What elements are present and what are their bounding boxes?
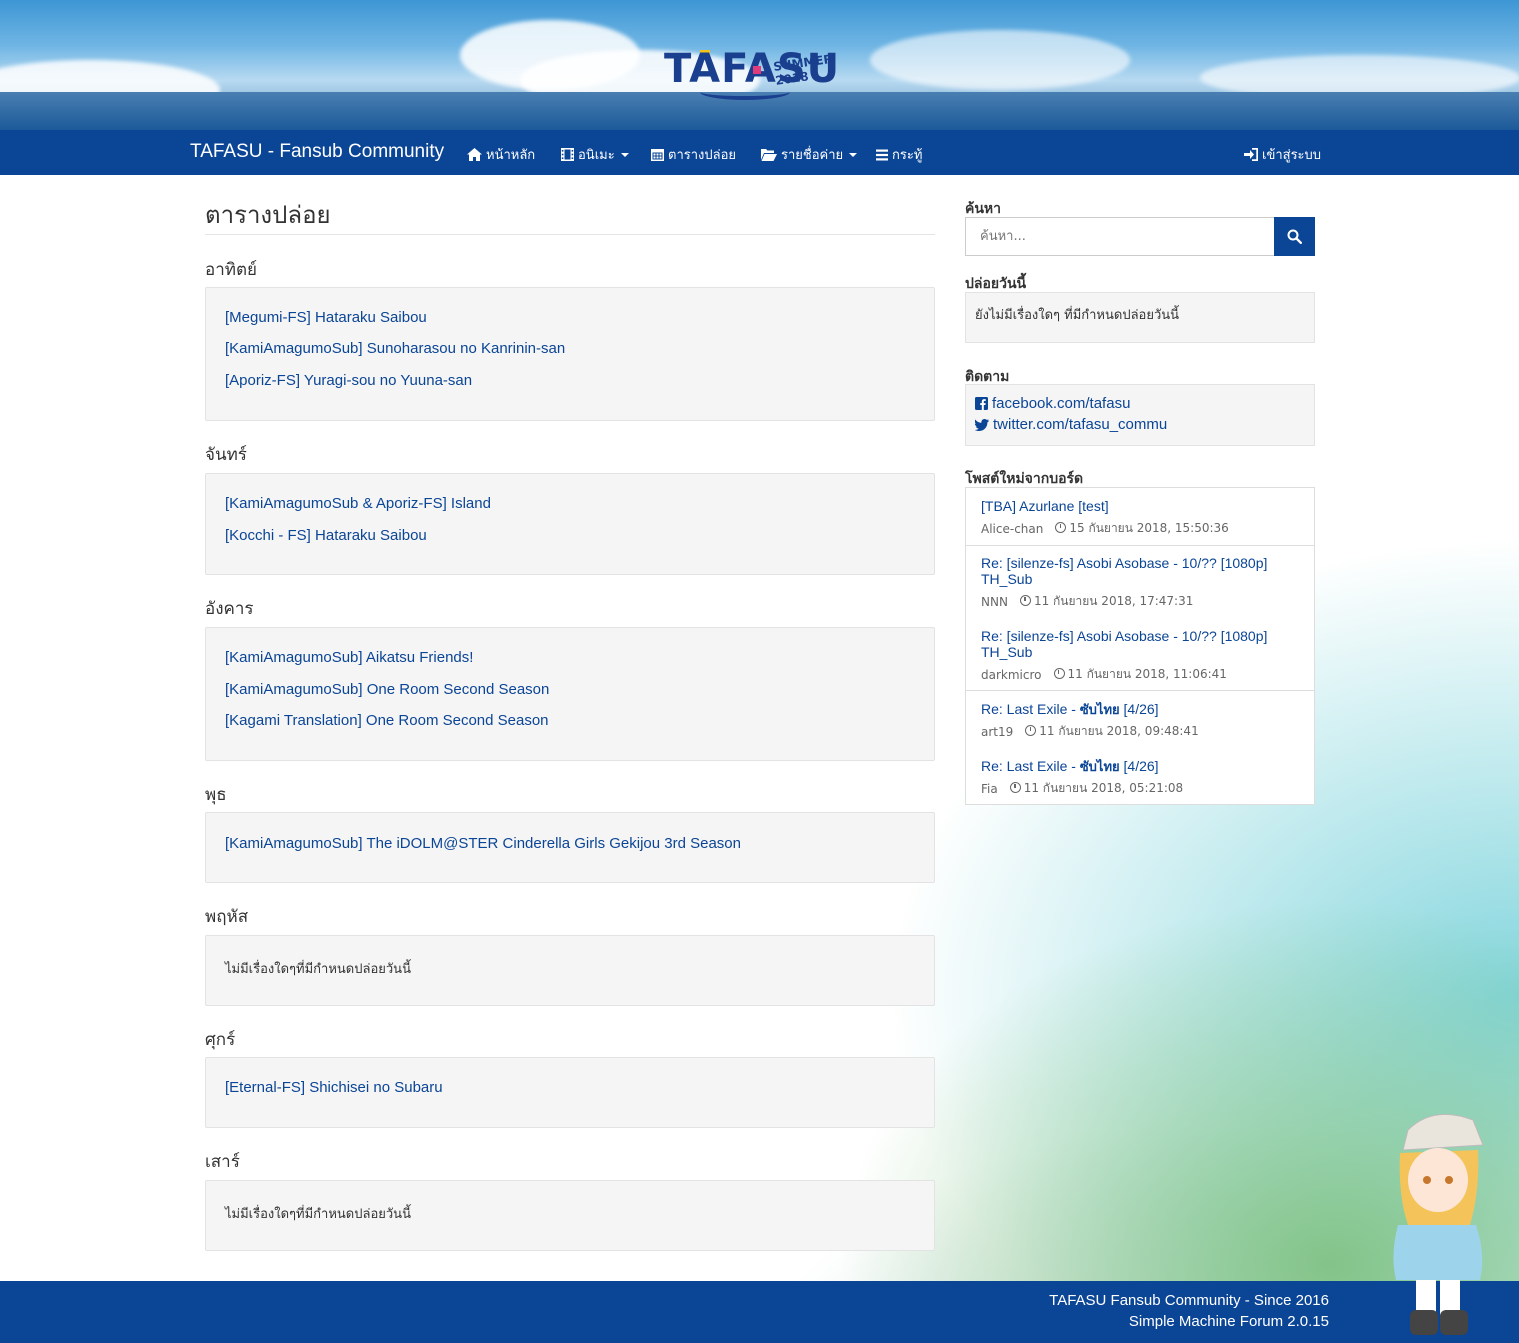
day-heading-sunday: อาทิตย์ [205, 260, 257, 280]
post-author[interactable]: Fia [981, 782, 998, 796]
post-time: 11 กันยายน 2018, 05:21:08 [1009, 779, 1183, 798]
post-title-link[interactable]: [TBA] Azurlane [test] [981, 498, 1301, 514]
post-title-link[interactable]: Re: [silenze-fs] Asobi Asobase - 10/?? [… [981, 628, 1301, 660]
recent-posts-panel: [TBA] Azurlane [test] Alice-chan 15 กันย… [965, 487, 1315, 805]
today-panel: ยังไม่มีเรื่องใดๆ ที่มีกำหนดปล่อยวันนี้ [965, 292, 1315, 343]
day-heading-tuesday: อังคาร [205, 599, 254, 619]
twitter-icon [975, 418, 989, 431]
schedule-section: ตารางปล่อย [205, 195, 935, 235]
post-author[interactable]: darkmicro [981, 668, 1042, 682]
day-heading-monday: จันทร์ [205, 445, 247, 465]
release-link[interactable]: [KamiAmagumoSub] Sunoharasou no Kanrinin… [225, 340, 565, 357]
release-link[interactable]: [Kagami Translation] One Room Second Sea… [225, 712, 549, 729]
clock-icon [1025, 725, 1037, 736]
nav-schedule-label: ตารางปล่อย [668, 148, 737, 163]
day-panel-tuesday: [KamiAmagumoSub] Aikatsu Friends! [KamiA… [205, 627, 935, 761]
folder-open-icon [761, 149, 777, 161]
release-link[interactable]: [KamiAmagumoSub & Aporiz-FS] Island [225, 495, 491, 512]
footer: TAFASU Fansub Community - Since 2016 Sim… [0, 1281, 1519, 1343]
post-author[interactable]: Alice-chan [981, 522, 1043, 536]
nav-anime-label: อนิเมะ [578, 148, 615, 163]
day-heading-thursday: พฤหัส [205, 907, 249, 927]
list-icon [876, 149, 888, 160]
post-time: 11 กันยายน 2018, 09:48:41 [1025, 722, 1199, 741]
login-link[interactable]: เข้าสู่ระบบ [1244, 144, 1321, 165]
clock-icon [1019, 595, 1031, 606]
footer-line-2: Simple Machine Forum 2.0.15 [1128, 1313, 1329, 1330]
nav-groups-label: รายชื่อค่าย [781, 148, 844, 163]
nav-schedule[interactable]: ตารางปล่อย [651, 144, 736, 165]
day-panel-friday: [Eternal-FS] Shichisei no Subaru [205, 1057, 935, 1128]
release-link[interactable]: [KamiAmagumoSub] One Room Second Season [225, 681, 549, 698]
follow-panel: facebook.com/tafasu twitter.com/tafasu_c… [965, 384, 1315, 446]
no-release-text: ไม่มีเรื่องใดๆที่มีกำหนดปล่อยวันนี้ [225, 1207, 411, 1222]
search-button[interactable] [1274, 217, 1315, 256]
clock-icon [1009, 782, 1021, 793]
day-panel-monday: [KamiAmagumoSub & Aporiz-FS] Island [Koc… [205, 473, 935, 575]
nav-home-label: หน้าหลัก [486, 148, 536, 163]
post-author[interactable]: art19 [981, 725, 1013, 739]
post-meta: darkmicro 11 กันยายน 2018, 11:06:41 [981, 665, 1227, 684]
clock-icon [1053, 668, 1065, 679]
divider [966, 690, 1314, 691]
nav-anime[interactable]: อนิเมะ [561, 144, 629, 165]
day-panel-wednesday: [KamiAmagumoSub] The iDOLM@STER Cinderel… [205, 812, 935, 883]
release-link[interactable]: [Eternal-FS] Shichisei no Subaru [225, 1079, 443, 1096]
twitter-link[interactable]: twitter.com/tafasu_commu [975, 416, 1167, 433]
release-link[interactable]: [Megumi-FS] Hataraku Saibou [225, 309, 427, 326]
page-title: ตารางปล่อย [205, 195, 935, 235]
day-heading-wednesday: พุธ [205, 785, 227, 805]
day-panel-sunday: [Megumi-FS] Hataraku Saibou [KamiAmagumo… [205, 287, 935, 421]
mascot-illustration [1393, 1113, 1484, 1335]
today-text: ยังไม่มีเรื่องใดๆ ที่มีกำหนดปล่อยวันนี้ [975, 308, 1180, 323]
release-link[interactable]: [KamiAmagumoSub] The iDOLM@STER Cinderel… [225, 835, 741, 852]
navbar: TAFASU - Fansub Community หน้าหลัก อนิเม… [0, 130, 1519, 175]
clock-icon [1055, 522, 1067, 533]
nav-board-label: กระทู้ [892, 148, 923, 163]
post-time: 11 กันยายน 2018, 17:47:31 [1019, 592, 1193, 611]
post-meta: Alice-chan 15 กันยายน 2018, 15:50:36 [981, 519, 1229, 538]
post-title-link[interactable]: Re: [silenze-fs] Asobi Asobase - 10/?? [… [981, 555, 1301, 587]
day-panel-saturday: ไม่มีเรื่องใดๆที่มีกำหนดปล่อยวันนี้ [205, 1180, 935, 1251]
footer-line-1: TAFASU Fansub Community - Since 2016 [1049, 1292, 1329, 1309]
caret-down-icon [849, 152, 858, 157]
caret-down-icon [620, 152, 629, 157]
film-icon [561, 148, 574, 161]
release-link[interactable]: [Kocchi - FS] Hataraku Saibou [225, 527, 427, 544]
post-author[interactable]: NNN [981, 595, 1008, 609]
login-label: เข้าสู่ระบบ [1262, 148, 1322, 163]
nav-board[interactable]: กระทู้ [876, 144, 922, 165]
nav-groups[interactable]: รายชื่อค่าย [761, 144, 858, 165]
post-title-link[interactable]: Re: Last Exile - ซับไทย [4/26] [981, 758, 1301, 776]
release-link[interactable]: [Aporiz-FS] Yuragi-sou no Yuuna-san [225, 372, 472, 389]
day-heading-friday: ศุกร์ [205, 1030, 236, 1050]
post-meta: art19 11 กันยายน 2018, 09:48:41 [981, 722, 1199, 741]
post-time: 11 กันยายน 2018, 11:06:41 [1053, 665, 1227, 684]
twitter-link-label: twitter.com/tafasu_commu [993, 416, 1168, 433]
post-title-link[interactable]: Re: Last Exile - ซับไทย [4/26] [981, 701, 1301, 719]
navbar-brand[interactable]: TAFASU - Fansub Community [190, 141, 444, 163]
sign-in-icon [1244, 148, 1258, 161]
facebook-link-label: facebook.com/tafasu [992, 395, 1131, 412]
facebook-icon [975, 397, 988, 410]
divider [966, 545, 1314, 546]
search-icon [1287, 229, 1302, 244]
nav-home[interactable]: หน้าหลัก [467, 144, 535, 165]
day-heading-saturday: เสาร์ [205, 1152, 240, 1172]
day-panel-thursday: ไม่มีเรื่องใดๆที่มีกำหนดปล่อยวันนี้ [205, 935, 935, 1006]
header-banner: TAFASU SUMMER 2018 [0, 0, 1519, 130]
facebook-link[interactable]: facebook.com/tafasu [975, 395, 1130, 412]
search-input[interactable] [965, 217, 1275, 256]
home-icon [467, 148, 482, 161]
post-time: 15 กันยายน 2018, 15:50:36 [1055, 519, 1229, 538]
site-logo[interactable]: TAFASU SUMMER 2018 [660, 18, 860, 113]
no-release-text: ไม่มีเรื่องใดๆที่มีกำหนดปล่อยวันนี้ [225, 962, 411, 977]
post-meta: Fia 11 กันยายน 2018, 05:21:08 [981, 779, 1183, 798]
search-form [965, 217, 1315, 256]
release-link[interactable]: [KamiAmagumoSub] Aikatsu Friends! [225, 649, 473, 666]
post-meta: NNN 11 กันยายน 2018, 17:47:31 [981, 592, 1193, 611]
calendar-icon [651, 149, 664, 161]
